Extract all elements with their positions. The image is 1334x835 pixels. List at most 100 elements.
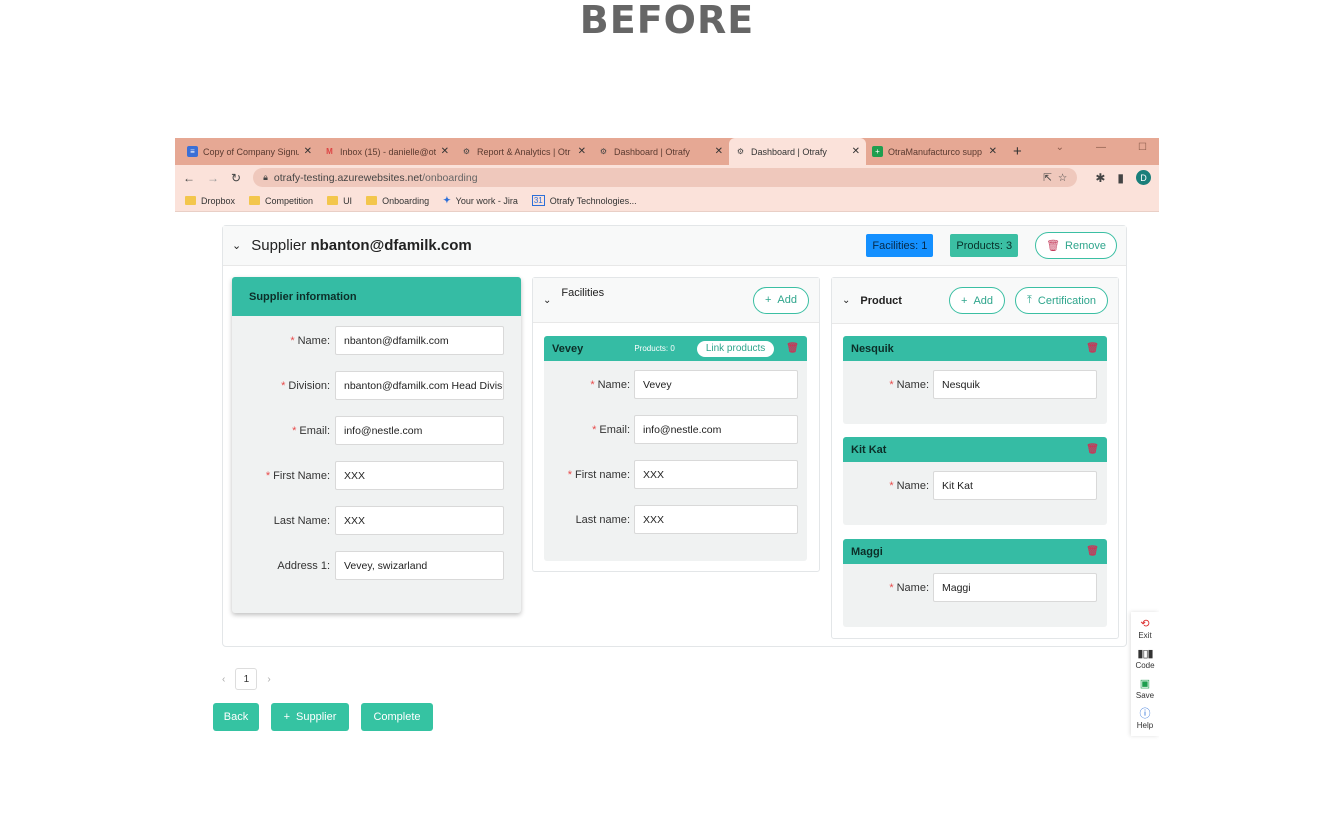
supplier-information-title: Supplier information [232, 277, 521, 316]
docs-icon: ≡ [187, 146, 198, 157]
product-name: Kit Kat [851, 443, 887, 456]
bookmark-ui[interactable]: UI [327, 196, 352, 206]
side-panel-icon[interactable]: ▮ [1117, 171, 1124, 185]
profile-avatar[interactable]: D [1136, 170, 1151, 185]
certification-button[interactable]: ⤒ Certification [1015, 287, 1108, 314]
close-tab-icon[interactable]: ✕ [715, 146, 723, 157]
save-button[interactable]: ▣ Save [1136, 678, 1154, 700]
products-badge: Products: 3 [950, 234, 1019, 257]
last-name-field[interactable]: XXX [335, 506, 504, 535]
extensions-icon[interactable]: ✱ [1095, 171, 1105, 185]
bookmark-otrafy[interactable]: 31 Otrafy Technologies... [531, 195, 637, 206]
add-supplier-button[interactable]: + Supplier [271, 703, 349, 731]
maximize-icon[interactable]: ☐ [1138, 142, 1147, 153]
page-heading: BEFORE [579, 0, 755, 42]
product-name: Maggi [851, 545, 883, 558]
address-field[interactable]: Vevey, swizarland [335, 551, 504, 580]
facilities-panel: ⌄ Facilities + Add Vevey Products: 0 Link… [532, 277, 820, 572]
bookmark-competition[interactable]: Competition [249, 196, 313, 206]
collapse-chevron-icon[interactable]: ⌄ [842, 295, 850, 306]
exit-icon: ⟲ [1140, 618, 1150, 630]
folder-icon [327, 196, 339, 205]
gear-icon: ⚙ [462, 147, 471, 156]
gmail-icon: M [326, 147, 333, 156]
bookmark-jira[interactable]: ✦ Your work - Jira [443, 195, 518, 206]
required-marker: * [292, 424, 297, 437]
bookmark-dropbox[interactable]: Dropbox [185, 196, 235, 206]
trash-icon[interactable]: 🗑︎ [1086, 444, 1099, 455]
browser-tab[interactable]: + OtraManufacturco supp ✕ [866, 138, 1003, 165]
gear-icon: ⚙ [599, 147, 608, 156]
barcode-icon: ▮▯▮ [1137, 648, 1153, 660]
complete-button[interactable]: Complete [361, 703, 433, 731]
close-tab-icon[interactable]: ✕ [989, 146, 997, 157]
pagination: ‹ 1 › [222, 668, 271, 690]
required-marker: * [281, 379, 286, 392]
facility-products-count: Products: 0 [634, 344, 675, 353]
trash-icon[interactable]: 🗑︎ [1086, 343, 1099, 354]
save-icon: ▣ [1139, 678, 1151, 690]
required-marker: * [567, 468, 572, 481]
product-name-field[interactable]: Maggi [933, 573, 1097, 602]
browser-tab[interactable]: M Inbox (15) - danielle@ot ✕ [318, 138, 455, 165]
trash-icon: 🗑︎ [1046, 240, 1061, 252]
division-field[interactable]: nbanton@dfamilk.com Head Divisi [335, 371, 504, 400]
facility-first-name-field[interactable]: XXX [634, 460, 798, 489]
code-button[interactable]: ▮▯▮ Code [1135, 648, 1154, 670]
form-row: * First name: XXX [544, 460, 807, 489]
url-field[interactable]: 🔒︎ otrafy-testing.azurewebsites.net/onbo… [253, 168, 1078, 187]
required-marker: * [592, 423, 597, 436]
collapse-chevron-icon[interactable]: ⌄ [543, 295, 551, 306]
facility-email-field[interactable]: info@nestle.com [634, 415, 798, 444]
form-row: * Name: Nesquik [843, 370, 1107, 399]
gear-icon: ⚙ [736, 147, 745, 156]
facility-last-name-field[interactable]: XXX [634, 505, 798, 534]
back-arrow-icon[interactable]: ← [183, 171, 195, 185]
forward-arrow-icon[interactable]: → [207, 171, 219, 185]
new-tab-button[interactable]: + [1013, 143, 1022, 160]
browser-tab[interactable]: ≡ Copy of Company Signu ✕ [181, 138, 318, 165]
plus-icon: + [764, 294, 772, 306]
close-tab-icon[interactable]: ✕ [304, 146, 312, 157]
product-name-field[interactable]: Kit Kat [933, 471, 1097, 500]
folder-icon [185, 196, 196, 205]
next-page-icon[interactable]: › [267, 674, 270, 685]
first-name-field[interactable]: XXX [335, 461, 504, 490]
star-icon[interactable]: ☆ [1058, 172, 1067, 184]
browser-tab[interactable]: ⚙ Dashboard | Otrafy ✕ [592, 138, 729, 165]
tab-strip: ≡ Copy of Company Signu ✕ M Inbox (15) -… [175, 138, 1159, 165]
add-facility-button[interactable]: + Add [752, 286, 809, 314]
email-field[interactable]: info@nestle.com [335, 416, 504, 445]
collapse-chevron-icon[interactable]: ⌄ [232, 239, 241, 252]
product-panel: ⌄ Product + Add ⤒ Certification Nesquik 🗑︎… [831, 277, 1119, 639]
supplier-card: ⌄ Supplier nbanton@dfamilk.com Facilitie… [222, 225, 1127, 647]
product-name-field[interactable]: Nesquik [933, 370, 1097, 399]
close-tab-icon[interactable]: ✕ [852, 146, 860, 157]
address-bar-row: ← → ↻ 🔒︎ otrafy-testing.azurewebsites.ne… [175, 165, 1159, 190]
remove-button[interactable]: 🗑︎ Remove [1035, 232, 1117, 259]
form-row: * Email: info@nestle.com [232, 416, 521, 445]
add-product-button[interactable]: + Add [949, 287, 1006, 314]
product-card: Maggi 🗑︎ * Name: Maggi [843, 539, 1107, 627]
minimize-icon[interactable]: — [1096, 142, 1106, 153]
close-tab-icon[interactable]: ✕ [441, 146, 449, 157]
link-products-button[interactable]: Link products [696, 340, 775, 357]
prev-page-icon[interactable]: ‹ [222, 674, 225, 685]
facilities-header: ⌄ Facilities + Add [533, 278, 819, 323]
browser-tab[interactable]: ⚙ Report & Analytics | Otr ✕ [455, 138, 592, 165]
exit-button[interactable]: ⟲ Exit [1138, 618, 1151, 640]
trash-icon[interactable]: 🗑︎ [1086, 546, 1099, 557]
name-field[interactable]: nbanton@dfamilk.com [335, 326, 504, 355]
page-1-button[interactable]: 1 [235, 668, 258, 690]
facility-name-field[interactable]: Vevey [634, 370, 798, 399]
facility-name: Vevey [552, 342, 584, 355]
trash-icon[interactable]: 🗑︎ [786, 343, 799, 354]
bookmark-onboarding[interactable]: Onboarding [366, 196, 429, 206]
back-button[interactable]: Back [213, 703, 259, 731]
close-tab-icon[interactable]: ✕ [578, 146, 586, 157]
reload-icon[interactable]: ↻ [231, 171, 241, 185]
share-icon[interactable]: ⇱ [1043, 172, 1052, 184]
browser-tab-active[interactable]: ⚙ Dashboard | Otrafy ✕ [729, 138, 866, 165]
chevron-down-icon[interactable]: ⌄ [1056, 142, 1064, 153]
help-button[interactable]: ⓘ Help [1137, 708, 1153, 730]
